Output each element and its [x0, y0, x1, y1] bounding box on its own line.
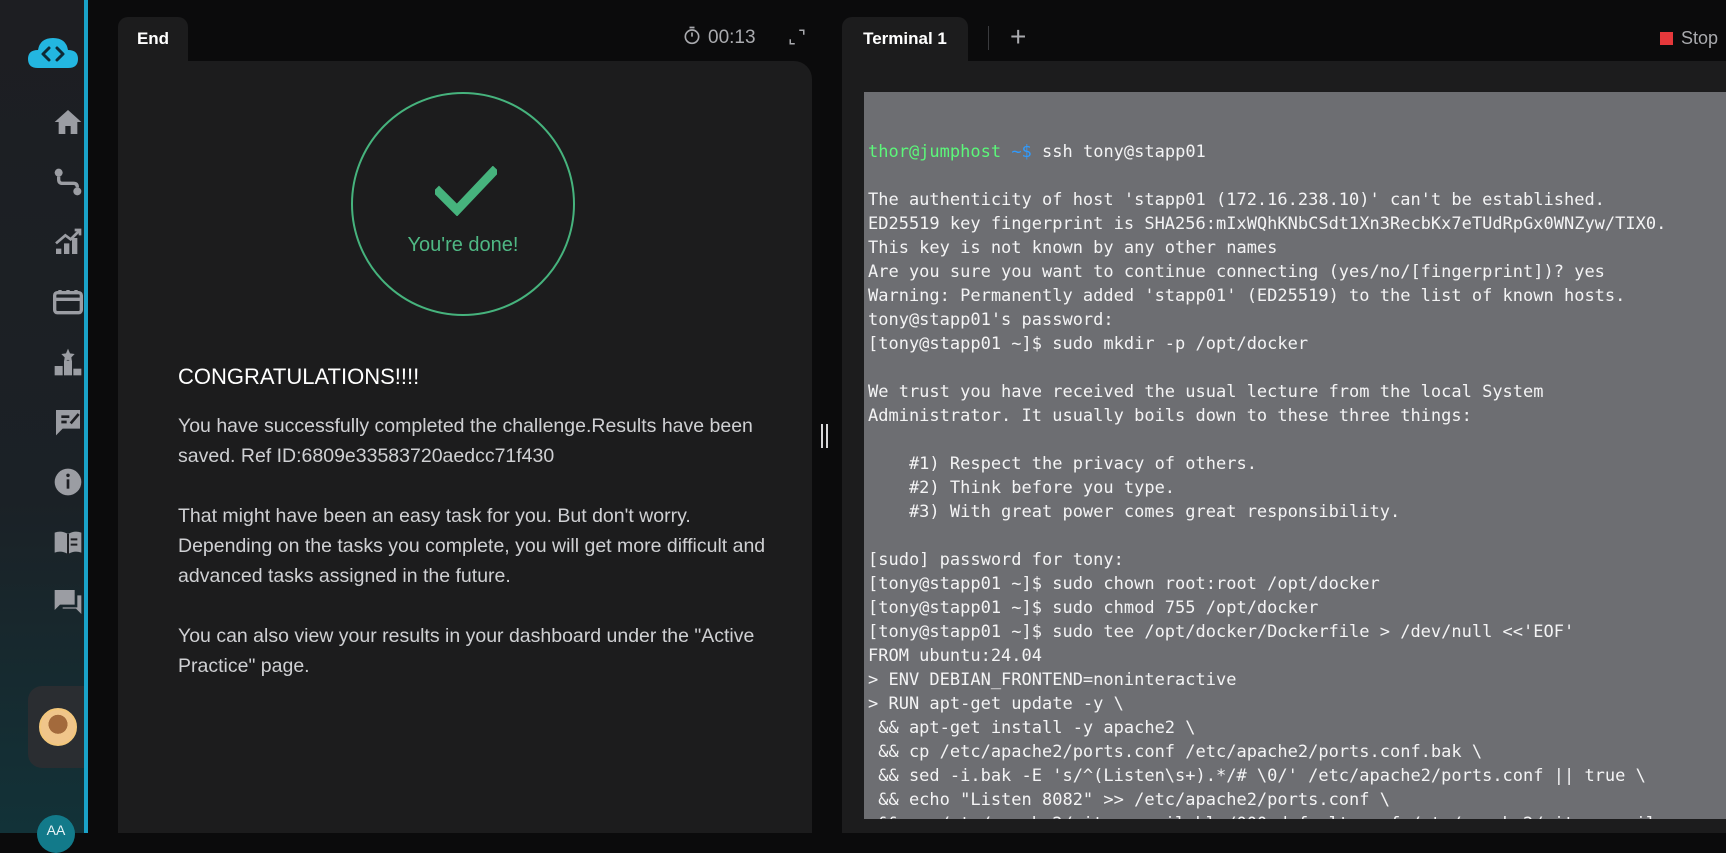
stopwatch-icon — [682, 25, 702, 51]
terminal-output-line: [tony@stapp01 ~]$ sudo chmod 755 /opt/do… — [868, 598, 1319, 618]
prompt-dir: ~$ — [1011, 142, 1032, 162]
home-icon[interactable] — [50, 104, 86, 140]
add-tab-button[interactable]: + — [1010, 22, 1026, 52]
terminal-output-line: [tony@stapp01 ~]$ sudo mkdir -p /opt/doc… — [868, 334, 1309, 354]
congrats-heading: CONGRATULATIONS!!!! — [178, 364, 420, 389]
info-icon[interactable] — [50, 464, 86, 500]
expand-icon[interactable] — [788, 28, 806, 46]
terminal-output-line: ED25519 key fingerprint is SHA256:mIxWQh… — [868, 214, 1667, 234]
terminal-output-line: > ENV DEBIAN_FRONTEND=noninteractive — [868, 670, 1237, 690]
terminal-output-line: Warning: Permanently added 'stapp01' (ED… — [868, 286, 1626, 306]
terminal-output-line: tony@stapp01's password: — [868, 310, 1114, 330]
terminal-output-line: && sed -i.bak -E 's/^(Listen\s+).*/# \0/… — [868, 766, 1646, 786]
stop-icon — [1660, 32, 1673, 45]
done-text: You're done! — [407, 234, 519, 256]
terminal-output-line: Are you sure you want to continue connec… — [868, 262, 1605, 282]
tab-separator — [988, 26, 989, 50]
split-handle[interactable] — [820, 424, 828, 450]
user-card[interactable] — [28, 686, 84, 768]
terminal-output-line: FROM ubuntu:24.04 — [868, 646, 1042, 666]
terminal-output-line: [tony@stapp01 ~]$ sudo chown root:root /… — [868, 574, 1380, 594]
completion-badge: You're done! — [351, 92, 575, 316]
stop-label: Stop — [1681, 28, 1719, 48]
sidebar: AA — [0, 0, 88, 853]
feedback-icon[interactable] — [50, 404, 86, 440]
chat-icon[interactable] — [50, 584, 86, 620]
terminal-output-line: Administrator. It usually boils down to … — [868, 406, 1472, 426]
user-initials-badge[interactable]: AA — [37, 815, 75, 853]
terminal-output-line: [sudo] password for tony: — [868, 550, 1124, 570]
path-icon[interactable] — [50, 164, 86, 200]
avatar[interactable] — [39, 708, 77, 746]
leaderboard-icon[interactable] — [50, 344, 86, 380]
prompt-command: ssh tony@stapp01 — [1031, 142, 1206, 162]
timer: 00:13 — [682, 24, 756, 52]
terminal-output-line: [tony@stapp01 ~]$ sudo tee /opt/docker/D… — [868, 622, 1575, 642]
result-paragraph: You have successfully completed the chal… — [178, 415, 753, 467]
terminal-output-line: We trust you have received the usual lec… — [868, 382, 1544, 402]
progress-icon[interactable] — [50, 224, 86, 260]
logo-icon[interactable] — [26, 32, 80, 72]
terminal-output-line: && echo "Listen 8082" >> /etc/apache2/po… — [868, 790, 1390, 810]
prompt-user: thor@jumphost — [868, 142, 1002, 162]
terminal-output-line: The authenticity of host 'stapp01 (172.1… — [868, 190, 1605, 210]
terminal-output-line: && cp /etc/apache2/ports.conf /etc/apach… — [868, 742, 1483, 762]
tickets-icon[interactable] — [50, 284, 86, 320]
terminal-output-line: > RUN apt-get update -y \ — [868, 694, 1124, 714]
terminal-output-line: This key is not known by any other names — [868, 238, 1278, 258]
tab-terminal-1[interactable]: Terminal 1 — [842, 17, 968, 61]
guide-icon[interactable] — [50, 524, 86, 560]
encouragement-paragraph: That might have been an easy task for yo… — [178, 505, 766, 587]
terminal-screen[interactable]: thor@jumphost ~$ ssh tony@stapp01 The au… — [864, 92, 1726, 819]
tab-end[interactable]: End — [118, 17, 188, 61]
dashboard-paragraph: You can also view your results in your d… — [178, 625, 755, 677]
timer-value: 00:13 — [708, 27, 756, 48]
terminal-output-line: #1) Respect the privacy of others. — [868, 454, 1257, 474]
terminal-prompt-line: thor@jumphost ~$ ssh tony@stapp01 — [864, 140, 1726, 164]
checkmark-icon — [435, 166, 497, 216]
stop-button[interactable]: Stop — [1660, 28, 1718, 49]
terminal-output-line: #3) With great power comes great respons… — [868, 502, 1401, 522]
terminal-output-line: #2) Think before you type. — [868, 478, 1176, 498]
terminal-output-line: && cp /etc/apache2/sites-available/000-d… — [864, 812, 1726, 819]
terminal-output-line: && apt-get install -y apache2 \ — [868, 718, 1196, 738]
